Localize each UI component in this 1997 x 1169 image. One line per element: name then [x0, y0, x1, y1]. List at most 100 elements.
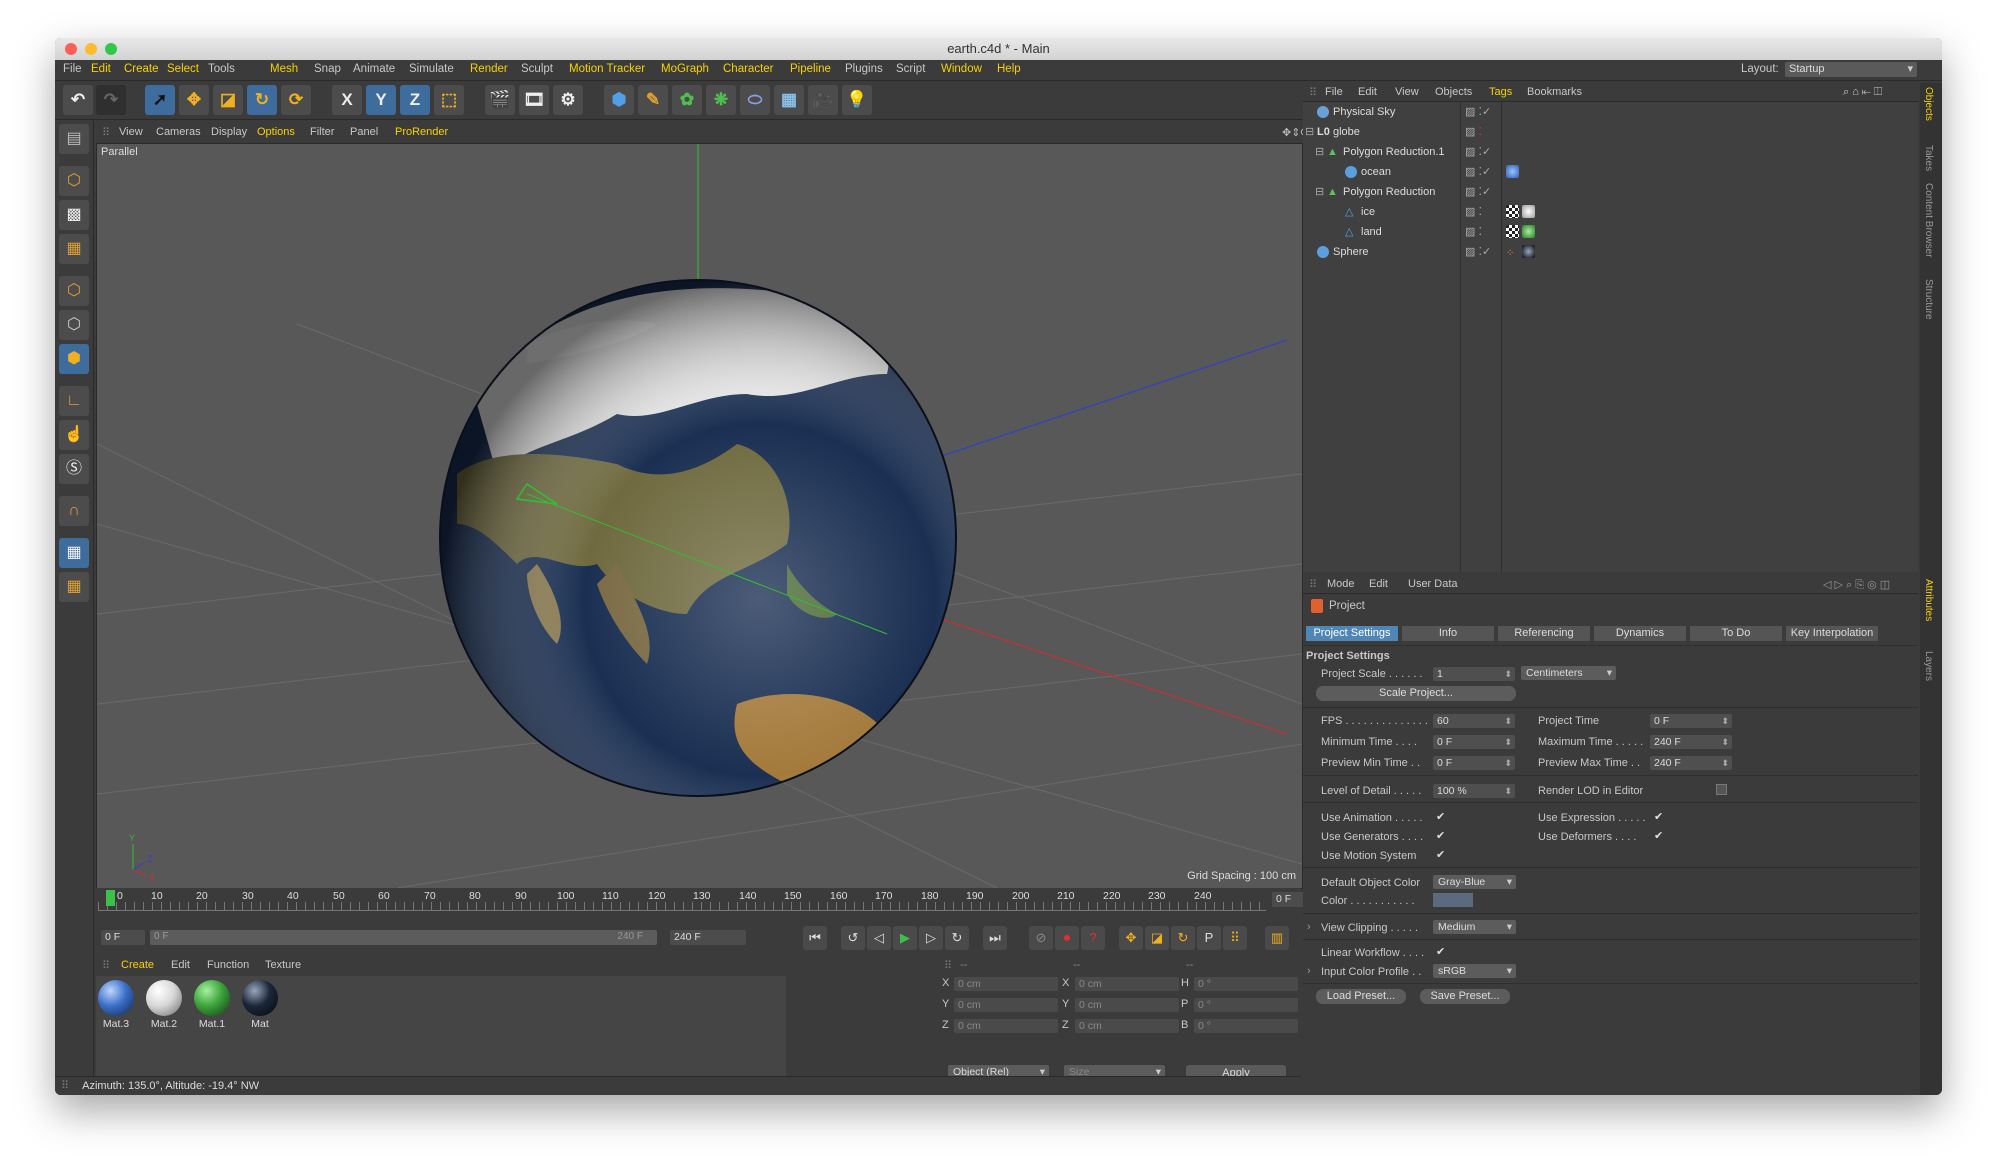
zoom-window-button[interactable]	[105, 43, 117, 55]
tab-info[interactable]: Info	[1402, 626, 1494, 641]
edges-mode-icon[interactable]: ⬡	[59, 310, 89, 340]
y-axis-lock-button[interactable]: Y	[366, 85, 396, 115]
maximum-time-field[interactable]: 240 F	[1650, 735, 1732, 749]
object-row[interactable]: Physical Sky ▨ ⁚✓	[1303, 103, 1918, 121]
use-deformers-checkbox[interactable]: ✔	[1654, 829, 1663, 842]
model-mode-icon[interactable]: ⬡	[59, 166, 89, 196]
size-z-field[interactable]: 0 cm	[1075, 1019, 1179, 1033]
load-preset-button[interactable]: Load Preset...	[1316, 989, 1406, 1004]
make-editable-icon[interactable]: ▤	[59, 124, 89, 154]
recent-tool-icon[interactable]: ⟳	[281, 85, 311, 115]
object-visibility-icons[interactable]: ▨ ⁚✓	[1465, 163, 1491, 181]
side-tab-structure[interactable]: Structure	[1923, 279, 1934, 320]
3d-viewport[interactable]: Parallel Y X Z Grid Spacing: 100 cm	[96, 143, 1303, 889]
attribute-nav-icons[interactable]: ◁ ▷ ⌕ ⎘ ◎ ◫	[1823, 578, 1890, 592]
object-row[interactable]: △ land ▨ ⁚	[1303, 223, 1918, 241]
object-row[interactable]: ⊟ ▲ Polygon Reduction ▨ ⁚✓	[1303, 183, 1918, 201]
texture-tag-icon[interactable]	[1506, 205, 1519, 218]
menu-simulate[interactable]: Simulate	[409, 63, 454, 75]
attributes-menu-edit[interactable]: Edit	[1369, 578, 1388, 590]
pen-spline-icon[interactable]: ✎	[638, 85, 668, 115]
key-parameter-icon[interactable]: P	[1197, 926, 1221, 950]
menu-animate[interactable]: Animate	[353, 63, 395, 75]
menu-window[interactable]: Window	[941, 63, 982, 75]
collapse-toggle-icon[interactable]: ⊟	[1305, 123, 1314, 141]
select-arrow-icon[interactable]: ➚	[145, 85, 175, 115]
cloner-icon[interactable]: ❋	[706, 85, 736, 115]
tab-project-settings[interactable]: Project Settings	[1306, 626, 1398, 641]
objects-menu-bookmarks[interactable]: Bookmarks	[1527, 86, 1582, 98]
undo-icon[interactable]: ↶	[63, 85, 93, 115]
scale-unit-select[interactable]: Centimeters	[1521, 666, 1616, 680]
autokey-icon[interactable]: ⏺	[1055, 926, 1079, 950]
go-to-end-icon[interactable]: ⏭	[983, 926, 1007, 950]
use-motion-system-checkbox[interactable]: ✔	[1436, 848, 1445, 861]
close-window-button[interactable]	[65, 43, 77, 55]
polygons-mode-icon[interactable]: ⬢	[59, 344, 89, 374]
save-preset-button[interactable]: Save Preset...	[1420, 989, 1510, 1004]
material-swatch[interactable]: Mat	[240, 980, 280, 1030]
texture-tag-icon[interactable]	[1506, 225, 1519, 238]
material-tag-icon[interactable]	[1522, 245, 1535, 258]
side-tab-layers[interactable]: Layers	[1923, 651, 1934, 681]
size-x-field[interactable]: 0 cm	[1075, 977, 1179, 991]
menu-help[interactable]: Help	[997, 63, 1021, 75]
menu-mesh[interactable]: Mesh	[270, 63, 298, 75]
object-row[interactable]: ⊟ ▲ Polygon Reduction.1 ▨ ⁚✓	[1303, 143, 1918, 161]
tab-referencing[interactable]: Referencing	[1498, 626, 1590, 641]
key-position-icon[interactable]: ✥	[1119, 926, 1143, 950]
earth-globe[interactable]	[439, 279, 957, 797]
play-icon[interactable]: ▶	[893, 926, 917, 950]
viewport-menu-display[interactable]: Display	[211, 126, 247, 138]
step-forward-icon[interactable]: ▷	[919, 926, 943, 950]
snap-icon[interactable]: Ⓢ	[59, 454, 89, 484]
phong-tag-icon[interactable]: ⁘	[1506, 245, 1519, 259]
level-of-detail-field[interactable]: 100 %	[1433, 784, 1515, 798]
fps-field[interactable]: 60	[1433, 714, 1515, 728]
menu-edit[interactable]: Edit	[91, 63, 111, 75]
locked-workplane-icon[interactable]: ▦	[59, 538, 89, 568]
cube-object-icon[interactable]: ⬢	[604, 85, 634, 115]
object-visibility-icons[interactable]: ▨ ⁚✓	[1465, 143, 1491, 161]
size-y-field[interactable]: 0 cm	[1075, 998, 1179, 1012]
material-menu-function[interactable]: Function	[207, 959, 249, 971]
menu-snap[interactable]: Snap	[314, 63, 341, 75]
x-axis-lock-button[interactable]: X	[332, 85, 362, 115]
use-expression-checkbox[interactable]: ✔	[1654, 810, 1663, 823]
render-picture-viewer-icon[interactable]: 🎞	[519, 85, 549, 115]
material-menu-texture[interactable]: Texture	[265, 959, 301, 971]
minimum-time-field[interactable]: 0 F	[1433, 735, 1515, 749]
tab-to-do[interactable]: To Do	[1690, 626, 1782, 641]
rotate-tool-icon[interactable]: ↻	[247, 85, 277, 115]
project-time-field[interactable]: 0 F	[1650, 714, 1732, 728]
input-color-profile-select[interactable]: sRGB	[1433, 964, 1516, 978]
menu-motion-tracker[interactable]: Motion Tracker	[569, 63, 645, 75]
start-frame-field[interactable]: 0 F	[101, 930, 145, 945]
side-tab-attributes[interactable]: Attributes	[1923, 579, 1934, 621]
object-visibility-icons[interactable]: ▨ ⁚	[1465, 203, 1482, 221]
layout-select[interactable]: Startup	[1785, 62, 1917, 77]
key-pla-icon[interactable]: ⠿	[1223, 926, 1247, 950]
object-visibility-icons[interactable]: ▨ ⁚	[1465, 223, 1482, 241]
object-visibility-icons[interactable]: ▨ ⁚✓	[1465, 183, 1491, 201]
menu-create[interactable]: Create	[124, 63, 159, 75]
key-rotation-icon[interactable]: ↻	[1171, 926, 1195, 950]
go-to-start-icon[interactable]: ⏮	[803, 926, 827, 950]
objects-menu-objects[interactable]: Objects	[1435, 86, 1472, 98]
use-generators-checkbox[interactable]: ✔	[1436, 829, 1445, 842]
render-view-icon[interactable]: 🎬	[485, 85, 515, 115]
render-settings-icon[interactable]: ⚙	[553, 85, 583, 115]
workplane-icon[interactable]: ▦	[59, 234, 89, 264]
side-tab-objects[interactable]: Objects	[1923, 87, 1934, 121]
material-menu-edit[interactable]: Edit	[171, 959, 190, 971]
menu-select[interactable]: Select	[167, 63, 199, 75]
minimize-window-button[interactable]	[85, 43, 97, 55]
texture-mode-icon[interactable]: ▩	[59, 200, 89, 230]
rotation-h-field[interactable]: 0 °	[1194, 977, 1298, 991]
material-swatch[interactable]: Mat.2	[144, 980, 184, 1030]
collapse-toggle-icon[interactable]: ⊟	[1315, 143, 1324, 161]
subdivision-icon[interactable]: ✿	[672, 85, 702, 115]
preview-range-slider[interactable]: 0 F 240 F	[150, 930, 657, 945]
object-visibility-icons[interactable]: ▨ ⁚	[1465, 123, 1482, 141]
viewport-menu-cameras[interactable]: Cameras	[156, 126, 201, 138]
